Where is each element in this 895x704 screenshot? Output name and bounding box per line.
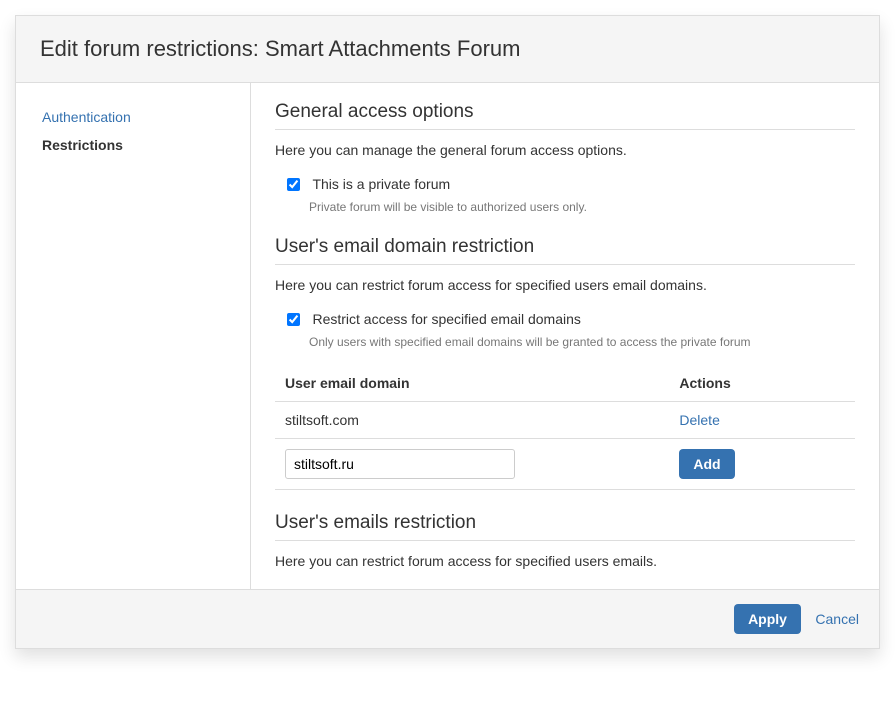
- section-domain-title: User's email domain restriction: [275, 236, 855, 265]
- sidebar: Authentication Restrictions: [16, 83, 251, 589]
- table-row-add: Add: [275, 439, 855, 490]
- main-panel: General access options Here you can mana…: [251, 83, 879, 589]
- domain-table-header-actions: Actions: [669, 367, 855, 402]
- apply-button[interactable]: Apply: [734, 604, 801, 634]
- private-forum-checkbox[interactable]: [287, 178, 300, 191]
- domain-input[interactable]: [285, 449, 515, 479]
- domain-cell: stiltsoft.com: [275, 402, 669, 439]
- section-general: General access options Here you can mana…: [275, 101, 855, 214]
- section-emails: User's emails restriction Here you can r…: [275, 512, 855, 569]
- delete-link[interactable]: Delete: [679, 412, 719, 428]
- section-general-desc: Here you can manage the general forum ac…: [275, 142, 855, 158]
- section-domain: User's email domain restriction Here you…: [275, 236, 855, 490]
- add-button[interactable]: Add: [679, 449, 734, 479]
- restrict-domain-option: Restrict access for specified email doma…: [287, 311, 855, 329]
- private-forum-option: This is a private forum: [287, 176, 855, 194]
- dialog: Edit forum restrictions: Smart Attachmen…: [15, 15, 880, 649]
- section-emails-desc: Here you can restrict forum access for s…: [275, 553, 855, 569]
- sidebar-item-authentication[interactable]: Authentication: [42, 103, 250, 131]
- dialog-footer: Apply Cancel: [16, 589, 879, 648]
- restrict-domain-label: Restrict access for specified email doma…: [312, 311, 580, 327]
- table-row: stiltsoft.com Delete: [275, 402, 855, 439]
- domain-table-header-domain: User email domain: [275, 367, 669, 402]
- dialog-header: Edit forum restrictions: Smart Attachmen…: [16, 16, 879, 83]
- dialog-body: Authentication Restrictions General acce…: [16, 83, 879, 589]
- section-domain-desc: Here you can restrict forum access for s…: [275, 277, 855, 293]
- private-forum-label: This is a private forum: [312, 176, 450, 192]
- private-forum-hint: Private forum will be visible to authori…: [309, 200, 855, 214]
- section-emails-title: User's emails restriction: [275, 512, 855, 541]
- dialog-title: Edit forum restrictions: Smart Attachmen…: [40, 36, 855, 62]
- restrict-domain-checkbox[interactable]: [287, 313, 300, 326]
- domain-table: User email domain Actions stiltsoft.com …: [275, 367, 855, 490]
- cancel-link[interactable]: Cancel: [815, 611, 859, 627]
- restrict-domain-hint: Only users with specified email domains …: [309, 335, 855, 349]
- section-general-title: General access options: [275, 101, 855, 130]
- sidebar-item-restrictions[interactable]: Restrictions: [42, 131, 250, 159]
